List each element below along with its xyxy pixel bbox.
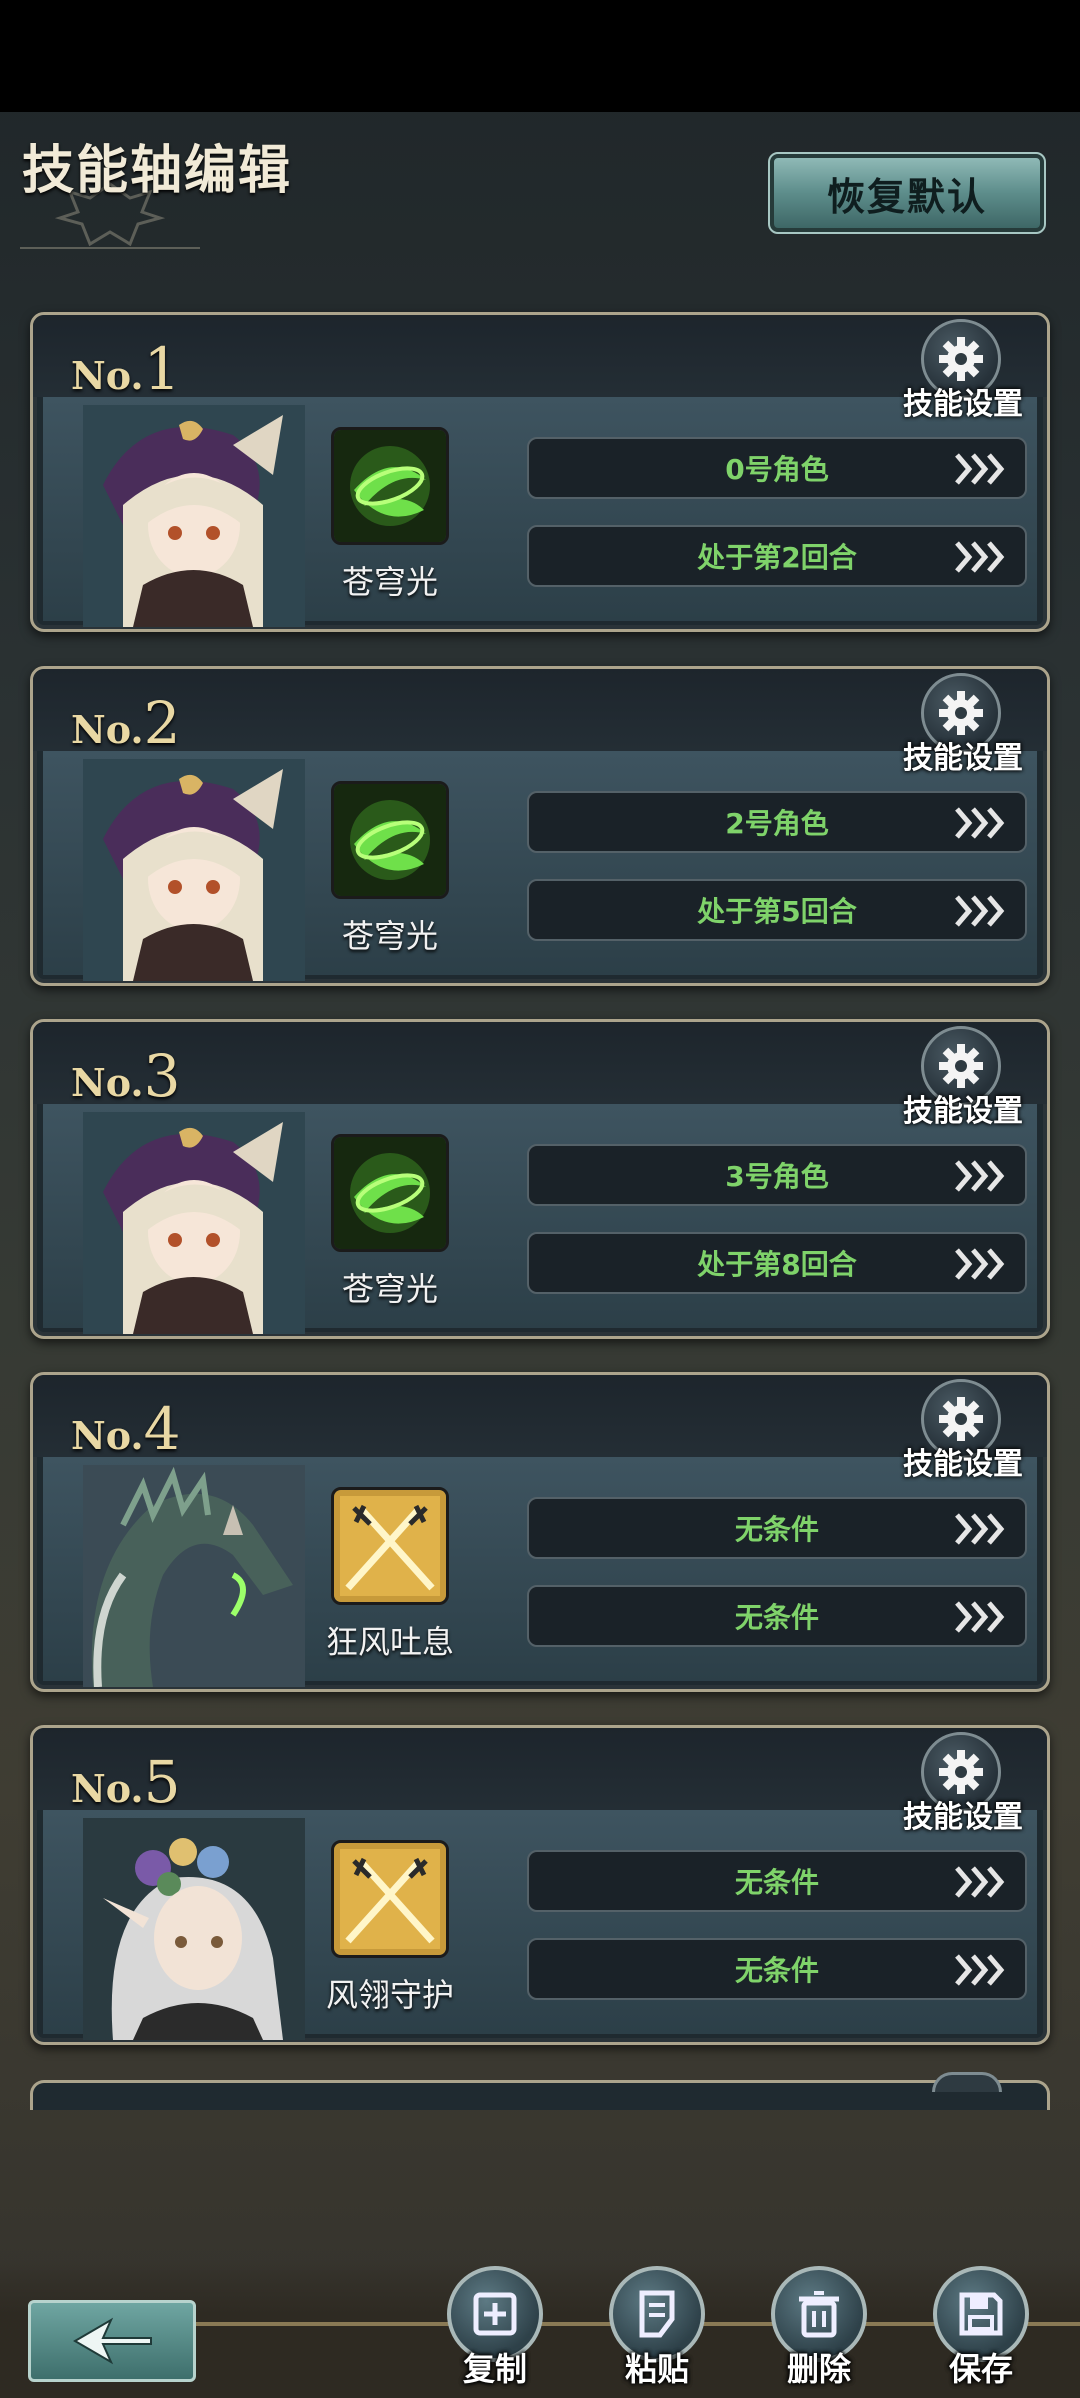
- paste-button[interactable]: 粘贴: [602, 2266, 712, 2390]
- card-header: [33, 1375, 1047, 1457]
- card-header: [33, 669, 1047, 751]
- condition-text: 无条件: [734, 1601, 819, 1634]
- skill-settings-label[interactable]: 技能设置: [903, 733, 1023, 777]
- condition-round-button[interactable]: 处于第8回合: [527, 1232, 1027, 1294]
- gear-icon: [939, 1044, 983, 1088]
- skill-settings-label[interactable]: 技能设置: [903, 1792, 1023, 1836]
- condition-target-button[interactable]: 2号角色: [527, 791, 1027, 853]
- status-bar: [0, 0, 1080, 112]
- card-number: No.2: [71, 689, 181, 757]
- condition-round-button[interactable]: 处于第5回合: [527, 879, 1027, 941]
- condition-text: 无条件: [734, 1513, 819, 1546]
- chevron-right-icon: [955, 541, 1005, 573]
- copy-button[interactable]: 复制: [440, 2266, 550, 2390]
- character-portrait[interactable]: [83, 405, 305, 627]
- delete-label: 删除: [786, 2350, 851, 2388]
- delete-button[interactable]: 删除: [764, 2266, 874, 2390]
- number-value: 3: [143, 1042, 181, 1110]
- number-prefix: No.: [71, 707, 144, 752]
- condition-round-button[interactable]: 处于第2回合: [527, 525, 1027, 587]
- card-number: No.4: [71, 1395, 181, 1463]
- paste-icon: [639, 2290, 675, 2338]
- copy-icon: [473, 2292, 517, 2336]
- skill-settings-label[interactable]: 技能设置: [903, 1086, 1023, 1130]
- skill-name: 苍穹光: [341, 1270, 438, 1308]
- skill-card: No.2 技能设置苍穹光 2号角色处于第5回合: [30, 666, 1050, 986]
- skill-card: No.5 技能设置 风翎守护 无条件 无条件: [30, 1725, 1050, 2045]
- skill-name: 苍穹光: [341, 563, 438, 601]
- skill-icon[interactable]: [331, 781, 449, 899]
- skill-icon[interactable]: [331, 1840, 449, 1958]
- number-prefix: No.: [71, 1413, 144, 1458]
- condition-text: 3号角色: [725, 1160, 829, 1193]
- condition-round-button[interactable]: 无条件: [527, 1585, 1027, 1647]
- condition-text: 无条件: [734, 1954, 819, 1987]
- gear-icon: [939, 691, 983, 735]
- chevron-right-icon: [955, 1601, 1005, 1633]
- number-prefix: No.: [71, 1766, 144, 1811]
- condition-target-button[interactable]: 无条件: [527, 1850, 1027, 1912]
- condition-text: 无条件: [734, 1866, 819, 1899]
- skill-name: 苍穹光: [341, 917, 438, 955]
- save-icon: [959, 2292, 1003, 2336]
- condition-target-button[interactable]: 无条件: [527, 1497, 1027, 1559]
- number-prefix: No.: [71, 353, 144, 398]
- card-header: [33, 315, 1047, 397]
- condition-target-button[interactable]: 0号角色: [527, 437, 1027, 499]
- skill-name: 狂风吐息: [325, 1623, 454, 1661]
- condition-text: 处于第5回合: [697, 895, 857, 928]
- skill-settings-label[interactable]: 技能设置: [903, 379, 1023, 423]
- number-value: 4: [143, 1395, 181, 1463]
- chevron-right-icon: [955, 1160, 1005, 1192]
- restore-default-button[interactable]: 恢复默认: [768, 152, 1046, 234]
- gear-icon: [939, 1397, 983, 1441]
- chevron-right-icon: [955, 1866, 1005, 1898]
- number-value: 1: [143, 335, 181, 403]
- condition-target-button[interactable]: 3号角色: [527, 1144, 1027, 1206]
- save-label: 保存: [948, 2350, 1013, 2388]
- card-header: [33, 1022, 1047, 1104]
- condition-text: 0号角色: [725, 453, 829, 486]
- condition-text: 处于第8回合: [697, 1248, 857, 1281]
- gear-icon: [932, 2072, 1002, 2092]
- number-prefix: No.: [71, 1060, 144, 1105]
- skill-card-partial: [30, 2080, 1050, 2110]
- character-portrait[interactable]: [83, 1465, 305, 1687]
- skill-card: No.1 技能设置苍穹光 0号角色处于第2回合: [30, 312, 1050, 632]
- chevron-right-icon: [955, 1513, 1005, 1545]
- back-arrow-icon: [73, 2317, 152, 2365]
- character-portrait[interactable]: [83, 1818, 305, 2040]
- skill-card: No.4 技能设置 狂风吐息 无条件 无条件: [30, 1372, 1050, 1692]
- condition-text: 处于第2回合: [697, 541, 857, 574]
- paste-label: 粘贴: [624, 2350, 689, 2388]
- card-number: No.5: [71, 1748, 181, 1816]
- chevron-right-icon: [955, 453, 1005, 485]
- skill-card: No.3 技能设置苍穹光 3号角色处于第8回合: [30, 1019, 1050, 1339]
- number-value: 5: [143, 1748, 181, 1816]
- condition-round-button[interactable]: 无条件: [527, 1938, 1027, 2000]
- chevron-right-icon: [955, 895, 1005, 927]
- page-title: 技能轴编辑: [22, 141, 293, 201]
- card-number: No.1: [71, 335, 181, 403]
- trash-icon: [799, 2291, 839, 2338]
- chevron-right-icon: [955, 807, 1005, 839]
- gear-icon: [939, 337, 983, 381]
- character-portrait[interactable]: [83, 1112, 305, 1334]
- copy-label: 复制: [462, 2350, 527, 2388]
- condition-text: 2号角色: [725, 807, 829, 840]
- chevron-right-icon: [955, 1248, 1005, 1280]
- skill-settings-label[interactable]: 技能设置: [903, 1439, 1023, 1483]
- character-portrait[interactable]: [83, 759, 305, 981]
- chevron-right-icon: [955, 1954, 1005, 1986]
- save-button[interactable]: 保存: [926, 2266, 1036, 2390]
- skill-icon[interactable]: [331, 1487, 449, 1605]
- skill-icon[interactable]: [331, 1134, 449, 1252]
- card-header: [33, 1728, 1047, 1810]
- gear-icon: [939, 1750, 983, 1794]
- skill-name: 风翎守护: [325, 1976, 454, 2014]
- number-value: 2: [143, 689, 181, 757]
- card-number: No.3: [71, 1042, 181, 1110]
- skill-icon[interactable]: [331, 427, 449, 545]
- back-button[interactable]: [28, 2300, 196, 2382]
